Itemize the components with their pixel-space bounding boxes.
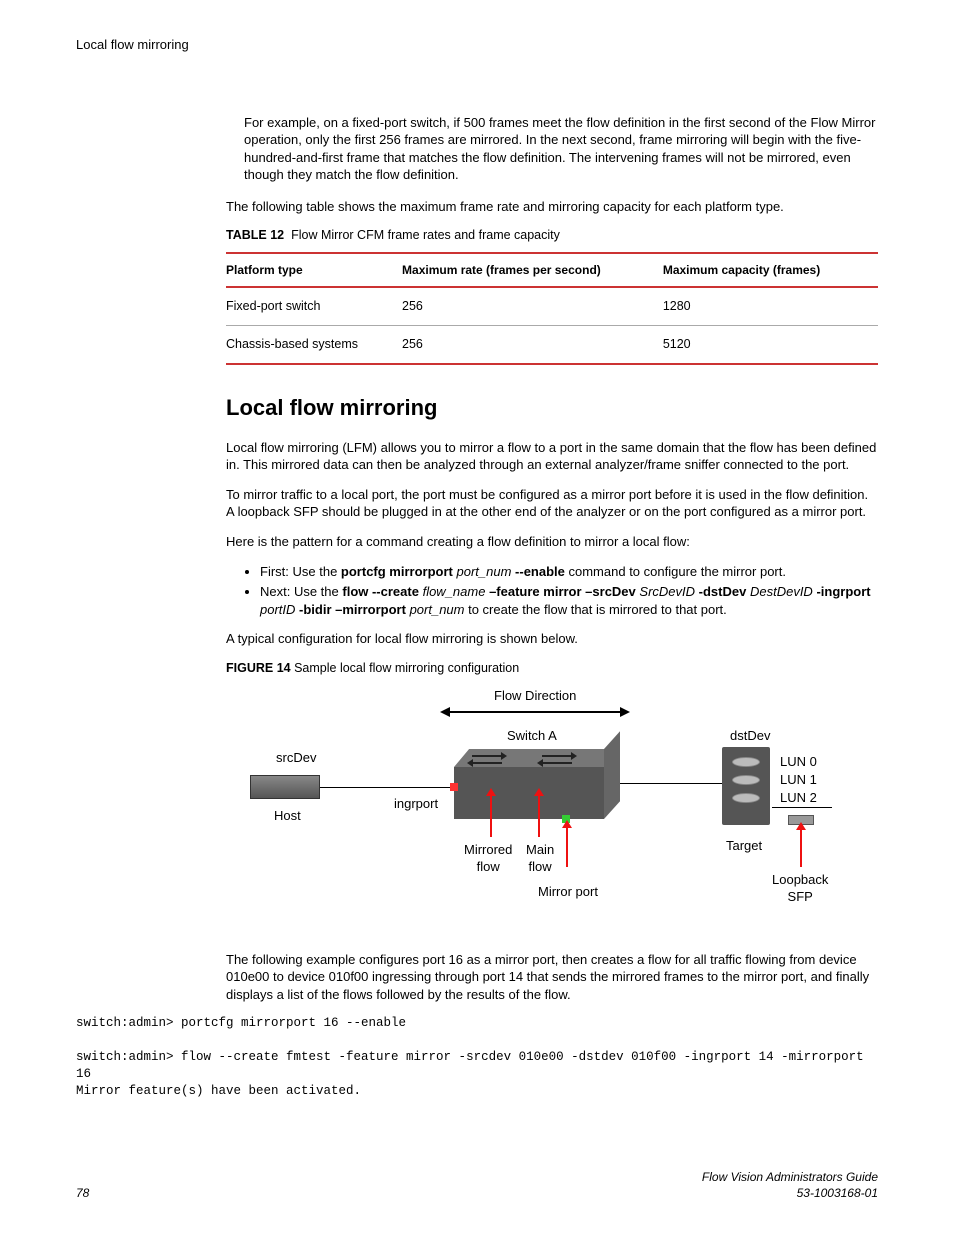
label-mirror-port: Mirror port xyxy=(538,883,598,901)
list-item: Next: Use the flow --create flow_name –f… xyxy=(260,583,878,618)
label-loopback-sfp: Loopback SFP xyxy=(772,871,828,906)
running-header: Local flow mirroring xyxy=(76,36,878,54)
cell: Fixed-port switch xyxy=(226,287,402,325)
table12-caption: TABLE 12 Flow Mirror CFM frame rates and… xyxy=(226,227,878,244)
cell: 256 xyxy=(402,326,663,364)
command-list: First: Use the portcfg mirrorport port_n… xyxy=(260,563,878,619)
table12-h2: Maximum capacity (frames) xyxy=(663,253,878,287)
label-srcdev: srcDev xyxy=(276,749,316,767)
table-lead-paragraph: The following table shows the maximum fr… xyxy=(226,198,878,216)
cmd: -bidir –mirrorport xyxy=(299,602,406,617)
cell: 1280 xyxy=(663,287,878,325)
arg: port_num xyxy=(457,564,512,579)
example-paragraph: For example, on a fixed-port switch, if … xyxy=(244,114,878,184)
txt: Next: Use the xyxy=(260,584,342,599)
cmd: -ingrport xyxy=(816,584,870,599)
txt: command to configure the mirror port. xyxy=(565,564,786,579)
cmd: portcfg mirrorport xyxy=(341,564,453,579)
divider xyxy=(772,807,832,808)
label-flow-direction: Flow Direction xyxy=(494,687,576,705)
example-config-para: The following example configures port 16… xyxy=(226,951,878,1004)
label-target: Target xyxy=(726,837,762,855)
storage-icon xyxy=(722,747,770,825)
cmd: flow --create xyxy=(342,584,419,599)
label-lun1: LUN 1 xyxy=(780,771,817,789)
arrow-sfp xyxy=(800,829,802,867)
label-lun2: LUN 2 xyxy=(780,789,817,807)
label-main-flow: Main flow xyxy=(526,841,554,876)
label-mirrored-flow: Mirrored flow xyxy=(464,841,512,876)
lfm-p3: Here is the pattern for a command creati… xyxy=(226,533,878,551)
cmd: --enable xyxy=(515,564,565,579)
arg: flow_name xyxy=(423,584,486,599)
table12-h1: Maximum rate (frames per second) xyxy=(402,253,663,287)
arg: port_num xyxy=(410,602,465,617)
ingress-port-icon xyxy=(450,783,458,791)
link-host-switch xyxy=(320,787,454,788)
lfm-p1: Local flow mirroring (LFM) allows you to… xyxy=(226,439,878,474)
arrow-main xyxy=(538,795,540,837)
table-row: Fixed-port switch 256 1280 xyxy=(226,287,878,325)
figure14-label: FIGURE 14 xyxy=(226,661,291,675)
lfm-p4: A typical configuration for local flow m… xyxy=(226,630,878,648)
cell: Chassis-based systems xyxy=(226,326,402,364)
link-switch-storage xyxy=(620,783,722,784)
section-heading: Local flow mirroring xyxy=(226,393,878,423)
lfm-p2: To mirror traffic to a local port, the p… xyxy=(226,486,878,521)
figure14-caption-text: Sample local flow mirroring configuratio… xyxy=(294,661,519,675)
label-ingrport: ingrport xyxy=(394,795,438,813)
arrow-right-icon xyxy=(620,707,630,717)
arrow-mirrorport xyxy=(566,827,568,867)
label-lun0: LUN 0 xyxy=(780,753,817,771)
guide-title: Flow Vision Administrators Guide xyxy=(702,1170,878,1184)
arrow-mirrored xyxy=(490,795,492,837)
label-switch-a: Switch A xyxy=(507,727,557,745)
flow-direction-line xyxy=(450,711,620,713)
table12: Platform type Maximum rate (frames per s… xyxy=(226,252,878,365)
figure14-diagram: Flow Direction Switch A dstDev srcDev Ho… xyxy=(232,687,872,937)
host-icon xyxy=(250,775,320,799)
table-row: Chassis-based systems 256 5120 xyxy=(226,326,878,364)
page-footer: 78 Flow Vision Administrators Guide 53-1… xyxy=(76,1169,878,1201)
cell: 256 xyxy=(402,287,663,325)
table12-label: TABLE 12 xyxy=(226,228,284,242)
table12-h0: Platform type xyxy=(226,253,402,287)
txt: to create the flow that is mirrored to t… xyxy=(464,602,726,617)
label-host: Host xyxy=(274,807,301,825)
cmd: -dstDev xyxy=(699,584,747,599)
cli-output: switch:admin> portcfg mirrorport 16 --en… xyxy=(76,1015,878,1099)
page-number: 78 xyxy=(76,1185,89,1201)
list-item: First: Use the portcfg mirrorport port_n… xyxy=(260,563,878,581)
figure14-caption: FIGURE 14 Sample local flow mirroring co… xyxy=(226,660,878,677)
doc-number: 53-1003168-01 xyxy=(797,1186,878,1200)
footer-guide: Flow Vision Administrators Guide 53-1003… xyxy=(702,1169,878,1201)
cell: 5120 xyxy=(663,326,878,364)
txt: First: Use the xyxy=(260,564,341,579)
arg: DestDevID xyxy=(750,584,813,599)
switch-icon xyxy=(454,767,604,819)
label-dstdev: dstDev xyxy=(730,727,770,745)
arg: portID xyxy=(260,602,295,617)
arg: SrcDevID xyxy=(639,584,695,599)
arrow-left-icon xyxy=(440,707,450,717)
table12-caption-text: Flow Mirror CFM frame rates and frame ca… xyxy=(291,228,560,242)
cmd: –feature mirror –srcDev xyxy=(489,584,636,599)
